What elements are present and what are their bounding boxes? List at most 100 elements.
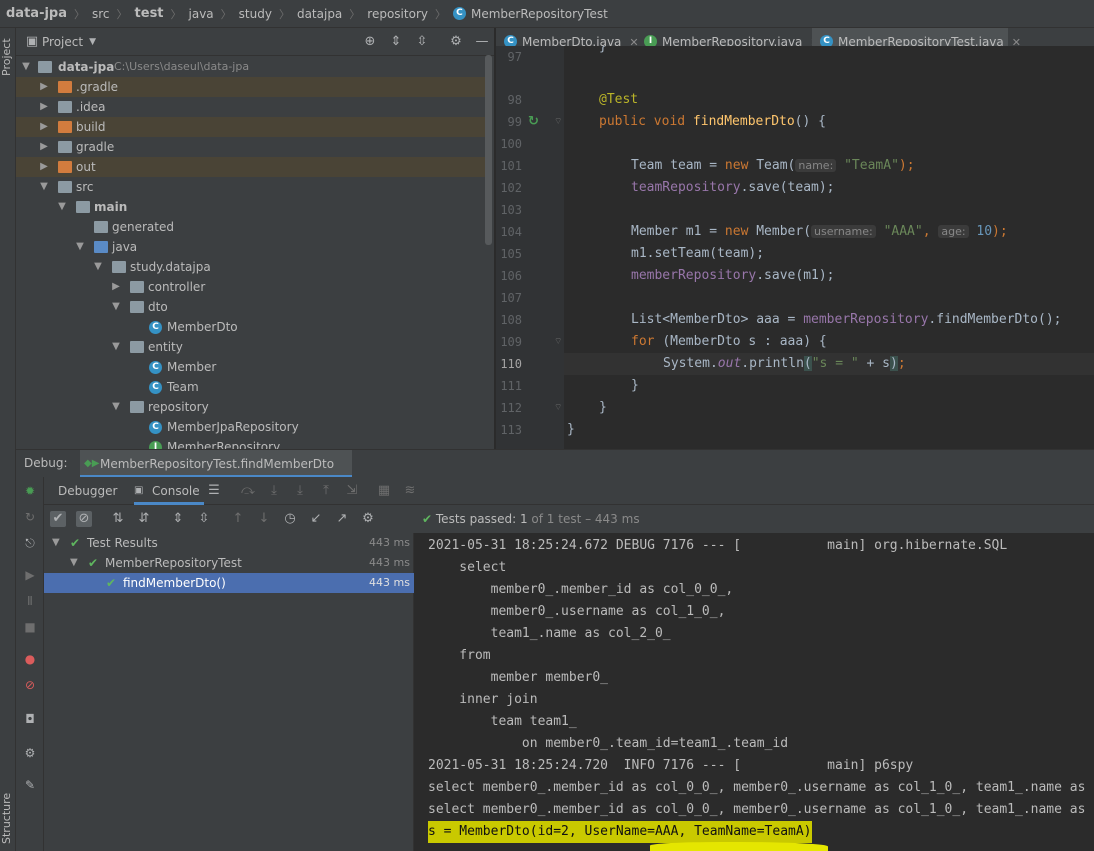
show-passed-icon[interactable]: ✔ [50,511,66,527]
chevron-down-icon[interactable]: ▼ [70,553,78,573]
tree-item-controller[interactable]: ▶ controller [16,277,486,297]
tree-item-memberdto[interactable]: C MemberDto [16,317,486,337]
tree-item-memberrepository[interactable]: I MemberRepository [16,437,486,449]
step-into-icon[interactable]: ⤓ [266,483,282,499]
import-icon[interactable]: ↙ [308,511,324,527]
mute-breakpoints-icon[interactable]: ⊘ [22,677,38,693]
previous-icon[interactable]: ↑ [230,511,246,527]
chevron-right-icon[interactable]: ▶ [38,117,50,137]
tab-console[interactable]: ▣ Console [134,477,204,505]
chevron-right-icon[interactable]: ▶ [38,137,50,157]
locate-icon[interactable]: ⊕ [362,34,378,50]
debug-session-tab[interactable]: ◆▶ MemberRepositoryTest.findMemberDto [80,450,353,478]
fold-icon[interactable]: ⌔ [554,402,562,413]
chevron-down-icon[interactable]: ▼ [20,57,32,77]
tree-item-java[interactable]: ▼ java [16,237,486,257]
breadcrumb-src[interactable]: src [92,7,110,21]
tree-item-gradle-cache[interactable]: ▶ .gradle [16,77,486,97]
tree-item-idea[interactable]: ▶ .idea [16,97,486,117]
run-to-cursor-icon[interactable]: ⇲ [344,483,360,499]
tree-item-src[interactable]: ▼ src [16,177,486,197]
layout-icon[interactable]: ☰ [206,483,222,499]
export-icon[interactable]: ↗ [334,511,350,527]
test-results-root[interactable]: ▼ ✔ Test Results 443 ms [44,533,414,553]
show-ignored-icon[interactable]: ⊘ [76,511,92,527]
expand-all-icon[interactable]: ⇕ [388,34,404,50]
pause-icon[interactable]: Ⅱ [22,593,38,609]
trace-icon[interactable]: ≋ [402,483,418,499]
collapse-all-icon[interactable]: ⇳ [196,511,212,527]
class-icon: C [149,421,162,434]
expand-all-icon[interactable]: ⇕ [170,511,186,527]
tab-debugger[interactable]: Debugger [58,477,117,505]
tree-item-memberjparepository[interactable]: C MemberJpaRepository [16,417,486,437]
breadcrumb-study[interactable]: study [239,7,272,21]
project-panel-title[interactable]: Project [42,35,83,49]
tree-item-dto[interactable]: ▼ dto [16,297,486,317]
step-out-icon[interactable]: ⤒ [318,483,334,499]
rerun-icon[interactable]: ↻ [22,509,38,525]
chevron-right-icon[interactable]: ▶ [38,77,50,97]
tree-item-study-datajpa[interactable]: ▼ study.datajpa [16,257,486,277]
history-icon[interactable]: ◷ [282,511,298,527]
chevron-down-icon[interactable]: ▼ [56,197,68,217]
tree-scrollbar[interactable] [485,55,492,245]
breadcrumb-java[interactable]: java [189,7,214,21]
tree-item-out[interactable]: ▶ out [16,157,486,177]
breadcrumb-project[interactable]: data-jpa [6,6,67,21]
chevron-down-icon[interactable]: ▼ [110,337,122,357]
fold-icon[interactable]: ⌔ [554,336,562,347]
run-test-gutter-icon[interactable]: ↻ [528,114,539,129]
tree-item-main[interactable]: ▼ main [16,197,486,217]
pin-icon[interactable]: ✎ [22,777,38,793]
chevron-down-icon[interactable]: ▼ [52,533,60,553]
collapse-all-icon[interactable]: ⇳ [414,34,430,50]
force-step-into-icon[interactable]: ⤓ [292,483,308,499]
fold-icon[interactable]: ⌔ [554,116,562,127]
structure-tool-tab[interactable]: Structure [0,788,16,848]
chevron-down-icon[interactable]: ▼ [110,297,122,317]
next-icon[interactable]: ↓ [256,511,272,527]
view-breakpoints-icon[interactable]: ● [22,651,38,667]
breadcrumb-file[interactable]: MemberRepositoryTest [471,7,608,21]
bug-icon[interactable]: ✹ [22,483,38,499]
gear-icon[interactable]: ⚙ [448,34,464,50]
step-over-icon[interactable]: ⤼ [240,483,256,499]
rerun-failed-icon[interactable]: ⎋ [22,535,38,551]
test-node-label: findMemberDto() [123,576,226,590]
tree-item-generated[interactable]: generated [16,217,486,237]
chevron-down-icon[interactable]: ▼ [89,37,96,47]
chevron-right-icon[interactable]: ▶ [38,97,50,117]
resume-icon[interactable]: ▶ [22,567,38,583]
chevron-down-icon[interactable]: ▼ [110,397,122,417]
evaluate-icon[interactable]: ▦ [376,483,392,499]
chevron-right-icon[interactable]: ▶ [110,277,122,297]
breadcrumb-test[interactable]: test [135,6,164,21]
tree-item-member[interactable]: C Member [16,357,486,377]
chevron-down-icon[interactable]: ▼ [92,257,104,277]
gear-icon[interactable]: ⚙ [22,745,38,761]
tree-item-gradle[interactable]: ▶ gradle [16,137,486,157]
test-method-node[interactable]: ✔ findMemberDto() 443 ms [44,573,414,593]
chevron-down-icon[interactable]: ▼ [38,177,50,197]
gear-icon[interactable]: ⚙ [360,511,376,527]
console-output[interactable]: 2021-05-31 18:25:24.672 DEBUG 7176 --- [… [414,533,1094,851]
stop-icon[interactable]: ■ [22,619,38,635]
chevron-right-icon[interactable]: ▶ [38,157,50,177]
minimize-icon[interactable]: — [474,34,490,50]
tree-item-root[interactable]: ▼ data-jpa C:\Users\daseul\data-jpa [16,57,486,77]
chevron-down-icon[interactable]: ▼ [74,237,86,257]
tree-item-team[interactable]: C Team [16,377,486,397]
tree-item-build[interactable]: ▶ build [16,117,486,137]
sort-alpha-icon[interactable]: ⇅ [110,511,126,527]
breadcrumb-datajpa[interactable]: datajpa [297,7,342,21]
tree-item-entity[interactable]: ▼ entity [16,337,486,357]
camera-icon[interactable]: ◘ [22,711,38,727]
code-editor[interactable]: } @Test public void findMemberDto() { Te… [564,46,1094,449]
console-line: select [428,560,507,575]
test-class-node[interactable]: ▼ ✔ MemberRepositoryTest 443 ms [44,553,414,573]
breadcrumb-repository[interactable]: repository [367,7,428,21]
sort-duration-icon[interactable]: ⇵ [136,511,152,527]
project-tool-tab[interactable]: Project [0,32,16,82]
tree-item-repository[interactable]: ▼ repository [16,397,486,417]
